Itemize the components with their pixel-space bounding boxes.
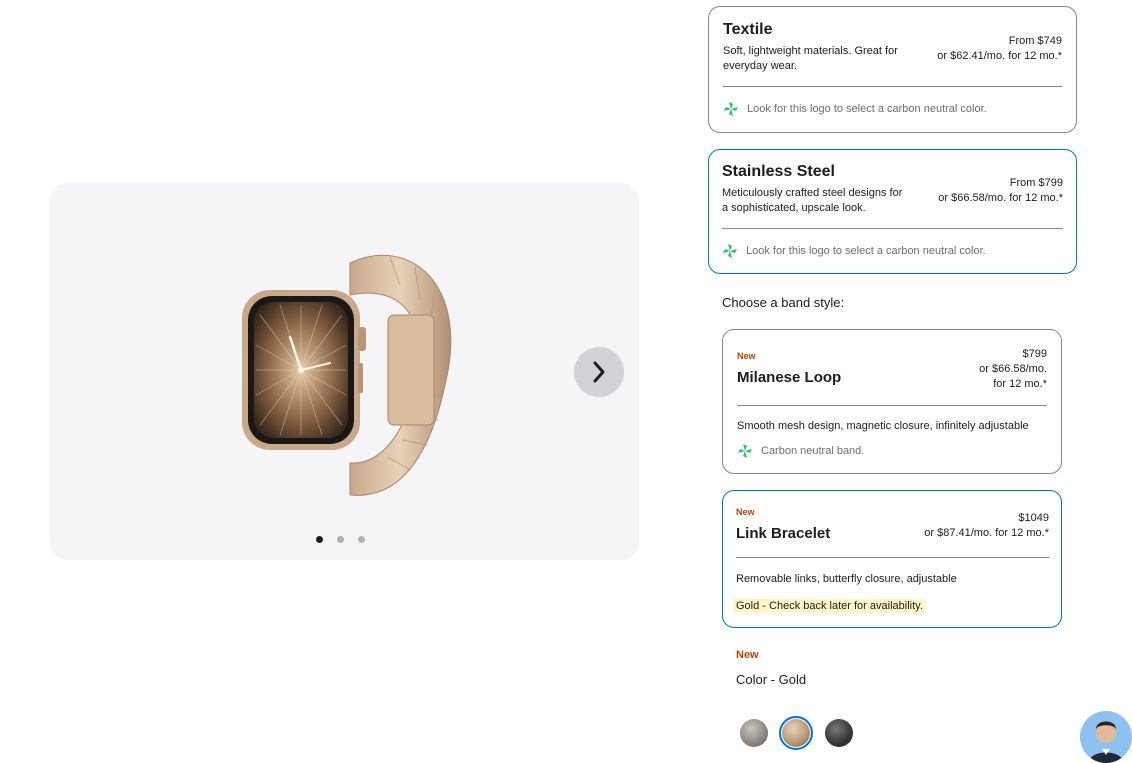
product-gallery [50,183,639,560]
color-swatch-natural[interactable] [740,719,768,747]
next-image-button[interactable] [574,347,624,397]
chat-avatar[interactable] [1080,711,1132,763]
new-badge: New [736,507,755,517]
divider [723,86,1062,87]
new-badge: New [737,351,756,361]
band-option-price: $799 or $66.58/mo. for 12 mo.* [979,348,1047,390]
band-option-title: Link Bracelet [736,525,831,542]
carbon-neutral-icon [724,102,738,116]
divider [722,228,1063,229]
band-option-link-bracelet[interactable]: New Link Bracelet $1049 or $87.41/mo. fo… [722,490,1062,628]
divider [736,557,1049,558]
band-option-price: $1049 or $87.41/mo. for 12 mo.* [924,512,1049,539]
case-option-stainless-steel[interactable]: Stainless Steel Meticulously crafted ste… [708,149,1077,274]
carbon-neutral-note: Carbon neutral band. [737,443,864,459]
case-option-title: Stainless Steel [722,163,835,180]
gallery-dot-1[interactable] [316,536,323,543]
carbon-neutral-text: Carbon neutral band. [761,445,865,457]
band-option-title: Milanese Loop [737,369,842,386]
gallery-dot-2[interactable] [337,536,344,543]
divider [737,405,1047,406]
person-avatar-icon [1088,721,1124,763]
band-option-description: Smooth mesh design, magnetic closure, in… [737,420,1029,432]
color-label: Color - Gold [736,672,807,687]
case-option-textile[interactable]: Textile Soft, lightweight materials. Gre… [708,6,1077,133]
color-swatch-gold[interactable] [782,719,810,747]
case-option-price: From $799 or $66.58/mo. for 12 mo.* [938,177,1063,204]
carbon-neutral-icon [723,244,737,258]
availability-notice: Gold - Check back later for availability… [734,599,925,613]
carbon-neutral-icon [738,444,752,458]
gallery-dot-3[interactable] [358,536,365,543]
chevron-right-icon [593,361,605,383]
watch-image [242,254,452,496]
band-option-milanese-loop[interactable]: New Milanese Loop $799 or $66.58/mo. for… [722,329,1062,474]
gallery-pagination [316,536,365,543]
carbon-neutral-text: Look for this logo to select a carbon ne… [747,103,987,115]
band-option-description: Removable links, butterfly closure, adju… [736,573,957,585]
carbon-neutral-note: Look for this logo to select a carbon ne… [723,101,987,117]
case-option-price: From $749 or $62.41/mo. for 12 mo.* [937,35,1062,62]
carbon-neutral-note: Look for this logo to select a carbon ne… [722,243,986,259]
carbon-neutral-text: Look for this logo to select a carbon ne… [746,245,986,257]
color-swatch-slate[interactable] [825,719,853,747]
color-new-badge: New [736,649,759,661]
case-option-title: Textile [723,21,773,38]
case-option-description: Meticulously crafted steel designs for a… [722,187,903,214]
case-option-description: Soft, lightweight materials. Great for e… [723,45,898,72]
band-style-heading: Choose a band style: [722,295,845,310]
